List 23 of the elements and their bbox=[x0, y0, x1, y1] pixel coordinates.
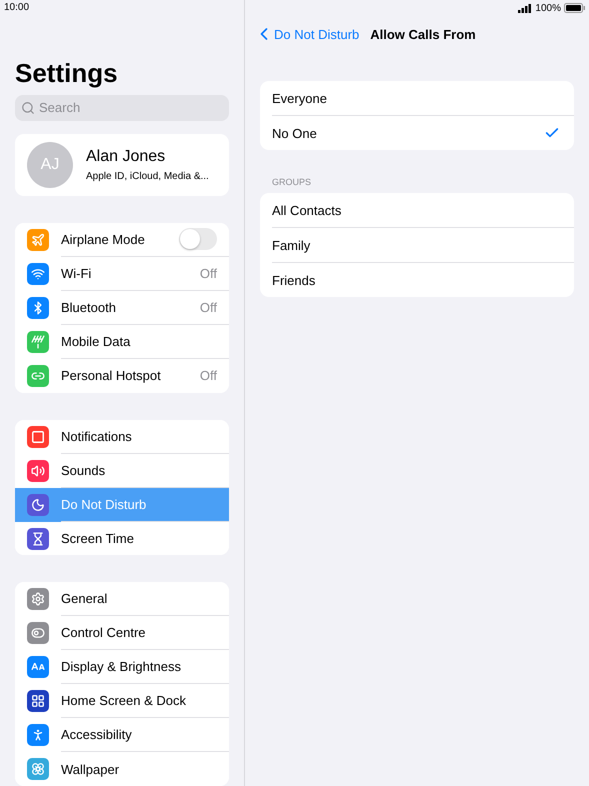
profile-card[interactable]: AJ Alan Jones Apple ID, iCloud, Media &... bbox=[15, 134, 229, 196]
profile-name: Alan Jones bbox=[86, 148, 166, 166]
option-row[interactable]: No One bbox=[272, 116, 574, 150]
group-row[interactable]: All Contacts bbox=[272, 193, 574, 228]
signal-icon bbox=[518, 4, 532, 12]
setting-value: Off bbox=[200, 266, 217, 281]
setting-value: Off bbox=[200, 300, 217, 315]
avatar: AJ bbox=[27, 142, 73, 188]
toggle-switch[interactable] bbox=[179, 228, 217, 250]
group-row[interactable]: Family bbox=[272, 228, 574, 263]
search-field[interactable]: Search bbox=[15, 94, 229, 121]
profile-subtitle: Apple ID, iCloud, Media &... bbox=[86, 170, 209, 182]
battery-percent: 100% bbox=[535, 2, 561, 14]
nav-title: Allow Calls From bbox=[370, 26, 476, 42]
page-title: Settings bbox=[15, 58, 119, 89]
battery-icon bbox=[564, 3, 586, 13]
setting-value: Off bbox=[200, 368, 217, 384]
search-icon bbox=[21, 100, 35, 115]
group-row[interactable]: Friends bbox=[272, 263, 574, 297]
status-time: 10:00 bbox=[4, 2, 30, 14]
section-header: GROUPS bbox=[272, 177, 312, 187]
option-row[interactable]: Everyone bbox=[272, 81, 574, 116]
back-link[interactable]: Do Not Disturb bbox=[254, 24, 360, 44]
